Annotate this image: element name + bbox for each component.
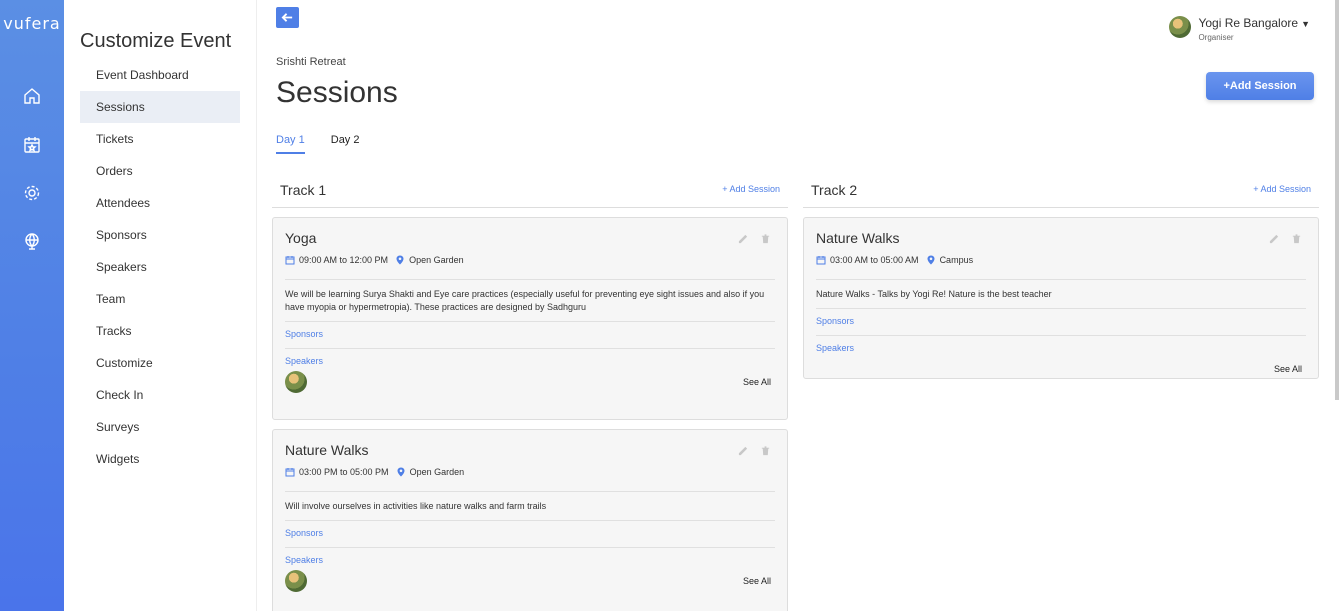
divider [285,279,775,280]
divider [285,491,775,492]
speakers-link[interactable]: Speakers [285,555,323,565]
session-description: We will be learning Surya Shakti and Eye… [285,289,765,312]
track-column: Track 2 + Add Session Nature Walks 03:00… [803,178,1319,379]
calendar-icon [816,256,826,265]
nav-item-event-dashboard[interactable]: Event Dashboard [80,59,240,91]
divider [816,279,1306,280]
session-description: Nature Walks - Talks by Yogi Re! Nature … [816,289,1052,299]
page-title: Sessions [276,76,398,109]
session-card: Nature Walks 03:00 AM to 05:00 AM Campus… [803,217,1319,379]
session-description: Will involve ourselves in activities lik… [285,501,547,511]
divider [285,348,775,349]
nav-item-speakers[interactable]: Speakers [80,251,240,283]
session-title: Yoga [285,230,317,246]
home-icon[interactable] [22,86,42,106]
see-all-link[interactable]: See All [743,576,771,586]
session-title: Nature Walks [285,442,369,458]
user-name: Yogi Re Bangalore [1198,16,1299,30]
nav-list: Event Dashboard Sessions Tickets Orders … [80,59,240,475]
edit-pencil-icon[interactable] [738,231,749,244]
session-time: 03:00 AM to 05:00 AM [830,255,919,265]
edit-pencil-icon[interactable] [738,443,749,456]
add-session-button[interactable]: +Add Session [1206,72,1314,100]
caret-down-icon: ▼ [1301,19,1310,29]
calendar-star-icon[interactable] [22,135,42,155]
track-column: Track 1 + Add Session Yoga 09:00 AM to 1… [272,178,788,611]
divider [285,547,775,548]
arrow-left-icon [281,13,293,22]
scrollbar[interactable] [1335,0,1339,400]
speakers-link[interactable]: Speakers [816,343,854,353]
track-add-session-link[interactable]: + Add Session [722,184,780,194]
session-time: 09:00 AM to 12:00 PM [299,255,389,265]
speakers-link[interactable]: Speakers [285,356,323,366]
settings-cog-icon[interactable] [22,183,42,203]
session-location: Campus [939,255,974,265]
location-pin-icon [927,255,935,265]
app-rail: vufera [0,0,64,611]
track-title: Track 2 [811,182,858,198]
speaker-avatar[interactable] [285,371,307,393]
session-title: Nature Walks [816,230,900,246]
session-location: Open Garden [409,467,465,477]
session-card: Yoga 09:00 AM to 12:00 PM Open Garden We… [272,217,788,420]
nav-item-attendees[interactable]: Attendees [80,187,240,219]
day-tabs: Day 1 Day 2 [276,134,386,154]
edit-pencil-icon[interactable] [1269,231,1280,244]
divider [285,520,775,521]
speaker-avatar[interactable] [285,570,307,592]
brand-logo[interactable]: vufera [0,14,64,33]
delete-trash-icon[interactable] [760,443,771,456]
sponsors-link[interactable]: Sponsors [285,528,323,538]
nav-item-orders[interactable]: Orders [80,155,240,187]
nav-item-sponsors[interactable]: Sponsors [80,219,240,251]
nav-item-surveys[interactable]: Surveys [80,411,240,443]
nav-item-check-in[interactable]: Check In [80,379,240,411]
session-location: Open Garden [409,255,464,265]
location-pin-icon [396,255,404,265]
nav-item-tracks[interactable]: Tracks [80,315,240,347]
user-menu[interactable]: Yogi Re Bangalore ▼ Organiser [1169,16,1310,45]
delete-trash-icon[interactable] [760,231,771,244]
track-add-session-link[interactable]: + Add Session [1253,184,1311,194]
session-time: 03:00 PM to 05:00 PM [299,467,389,477]
breadcrumb[interactable]: Srishti Retreat [276,56,346,68]
delete-trash-icon[interactable] [1291,231,1302,244]
sponsors-link[interactable]: Sponsors [285,329,323,339]
calendar-icon [285,468,295,477]
session-card: Nature Walks 03:00 PM to 05:00 PM Open G… [272,429,788,611]
nav-item-sessions[interactable]: Sessions [80,91,240,123]
nav-item-widgets[interactable]: Widgets [80,443,240,475]
nav-item-customize[interactable]: Customize [80,347,240,379]
sponsors-link[interactable]: Sponsors [816,316,854,326]
tab-day-2[interactable]: Day 2 [331,134,360,154]
location-pin-icon [397,467,405,477]
avatar [1169,16,1192,38]
divider [816,308,1306,309]
track-title: Track 1 [280,182,327,198]
nav-item-team[interactable]: Team [80,283,240,315]
see-all-link[interactable]: See All [1274,364,1302,374]
tab-day-1[interactable]: Day 1 [276,134,305,154]
user-role: Organiser [1198,33,1234,42]
globe-network-icon[interactable] [22,231,42,251]
nav-title: Customize Event [80,30,232,52]
divider [816,335,1306,336]
divider [285,321,775,322]
main-content: Yogi Re Bangalore ▼ Organiser Srishti Ret… [257,0,1339,611]
back-button[interactable] [276,7,299,28]
calendar-icon [285,256,295,265]
customize-event-nav: Customize Event Event Dashboard Sessions… [64,0,257,611]
nav-item-tickets[interactable]: Tickets [80,123,240,155]
see-all-link[interactable]: See All [743,377,771,387]
